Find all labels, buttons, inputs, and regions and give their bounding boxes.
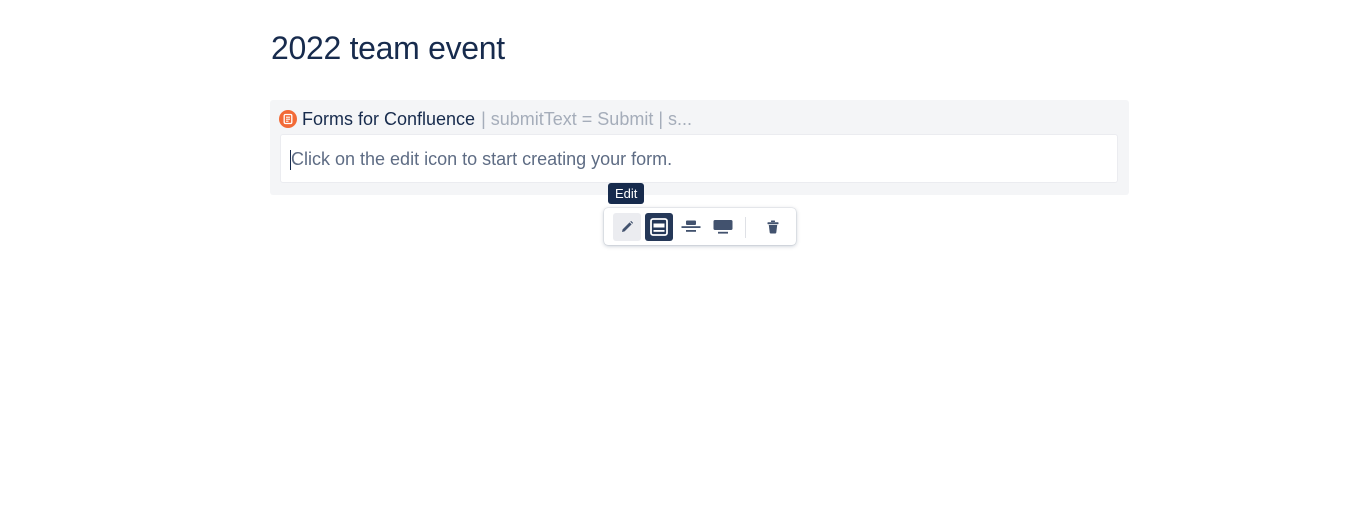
forms-logo-icon: [279, 110, 297, 128]
toolbar-separator: [745, 217, 746, 238]
macro-placeholder: Click on the edit icon to start creating…: [291, 149, 673, 169]
center-layout-button[interactable]: [677, 213, 705, 241]
forms-macro[interactable]: Forms for Confluence | submitText = Subm…: [270, 100, 1129, 195]
center-icon: [681, 217, 701, 237]
pencil-icon: [619, 219, 635, 235]
wide-layout-button[interactable]: [709, 213, 737, 241]
edit-tooltip: Edit: [608, 183, 645, 204]
macro-toolbar: [604, 208, 796, 245]
full-width-layout-button[interactable]: [645, 213, 673, 241]
trash-icon: [765, 219, 781, 235]
wide-icon: [713, 217, 733, 237]
macro-name: Forms for Confluence: [302, 108, 476, 129]
page-title[interactable]: 2022 team event: [271, 29, 505, 67]
edit-button[interactable]: [613, 213, 641, 241]
macro-params: | submitText = Submit | s...: [481, 108, 692, 129]
macro-header: Forms for Confluence | submitText = Subm…: [279, 108, 692, 130]
delete-button[interactable]: [759, 213, 787, 241]
full-width-icon: [649, 217, 669, 237]
macro-body[interactable]: Click on the edit icon to start creating…: [280, 134, 1118, 183]
